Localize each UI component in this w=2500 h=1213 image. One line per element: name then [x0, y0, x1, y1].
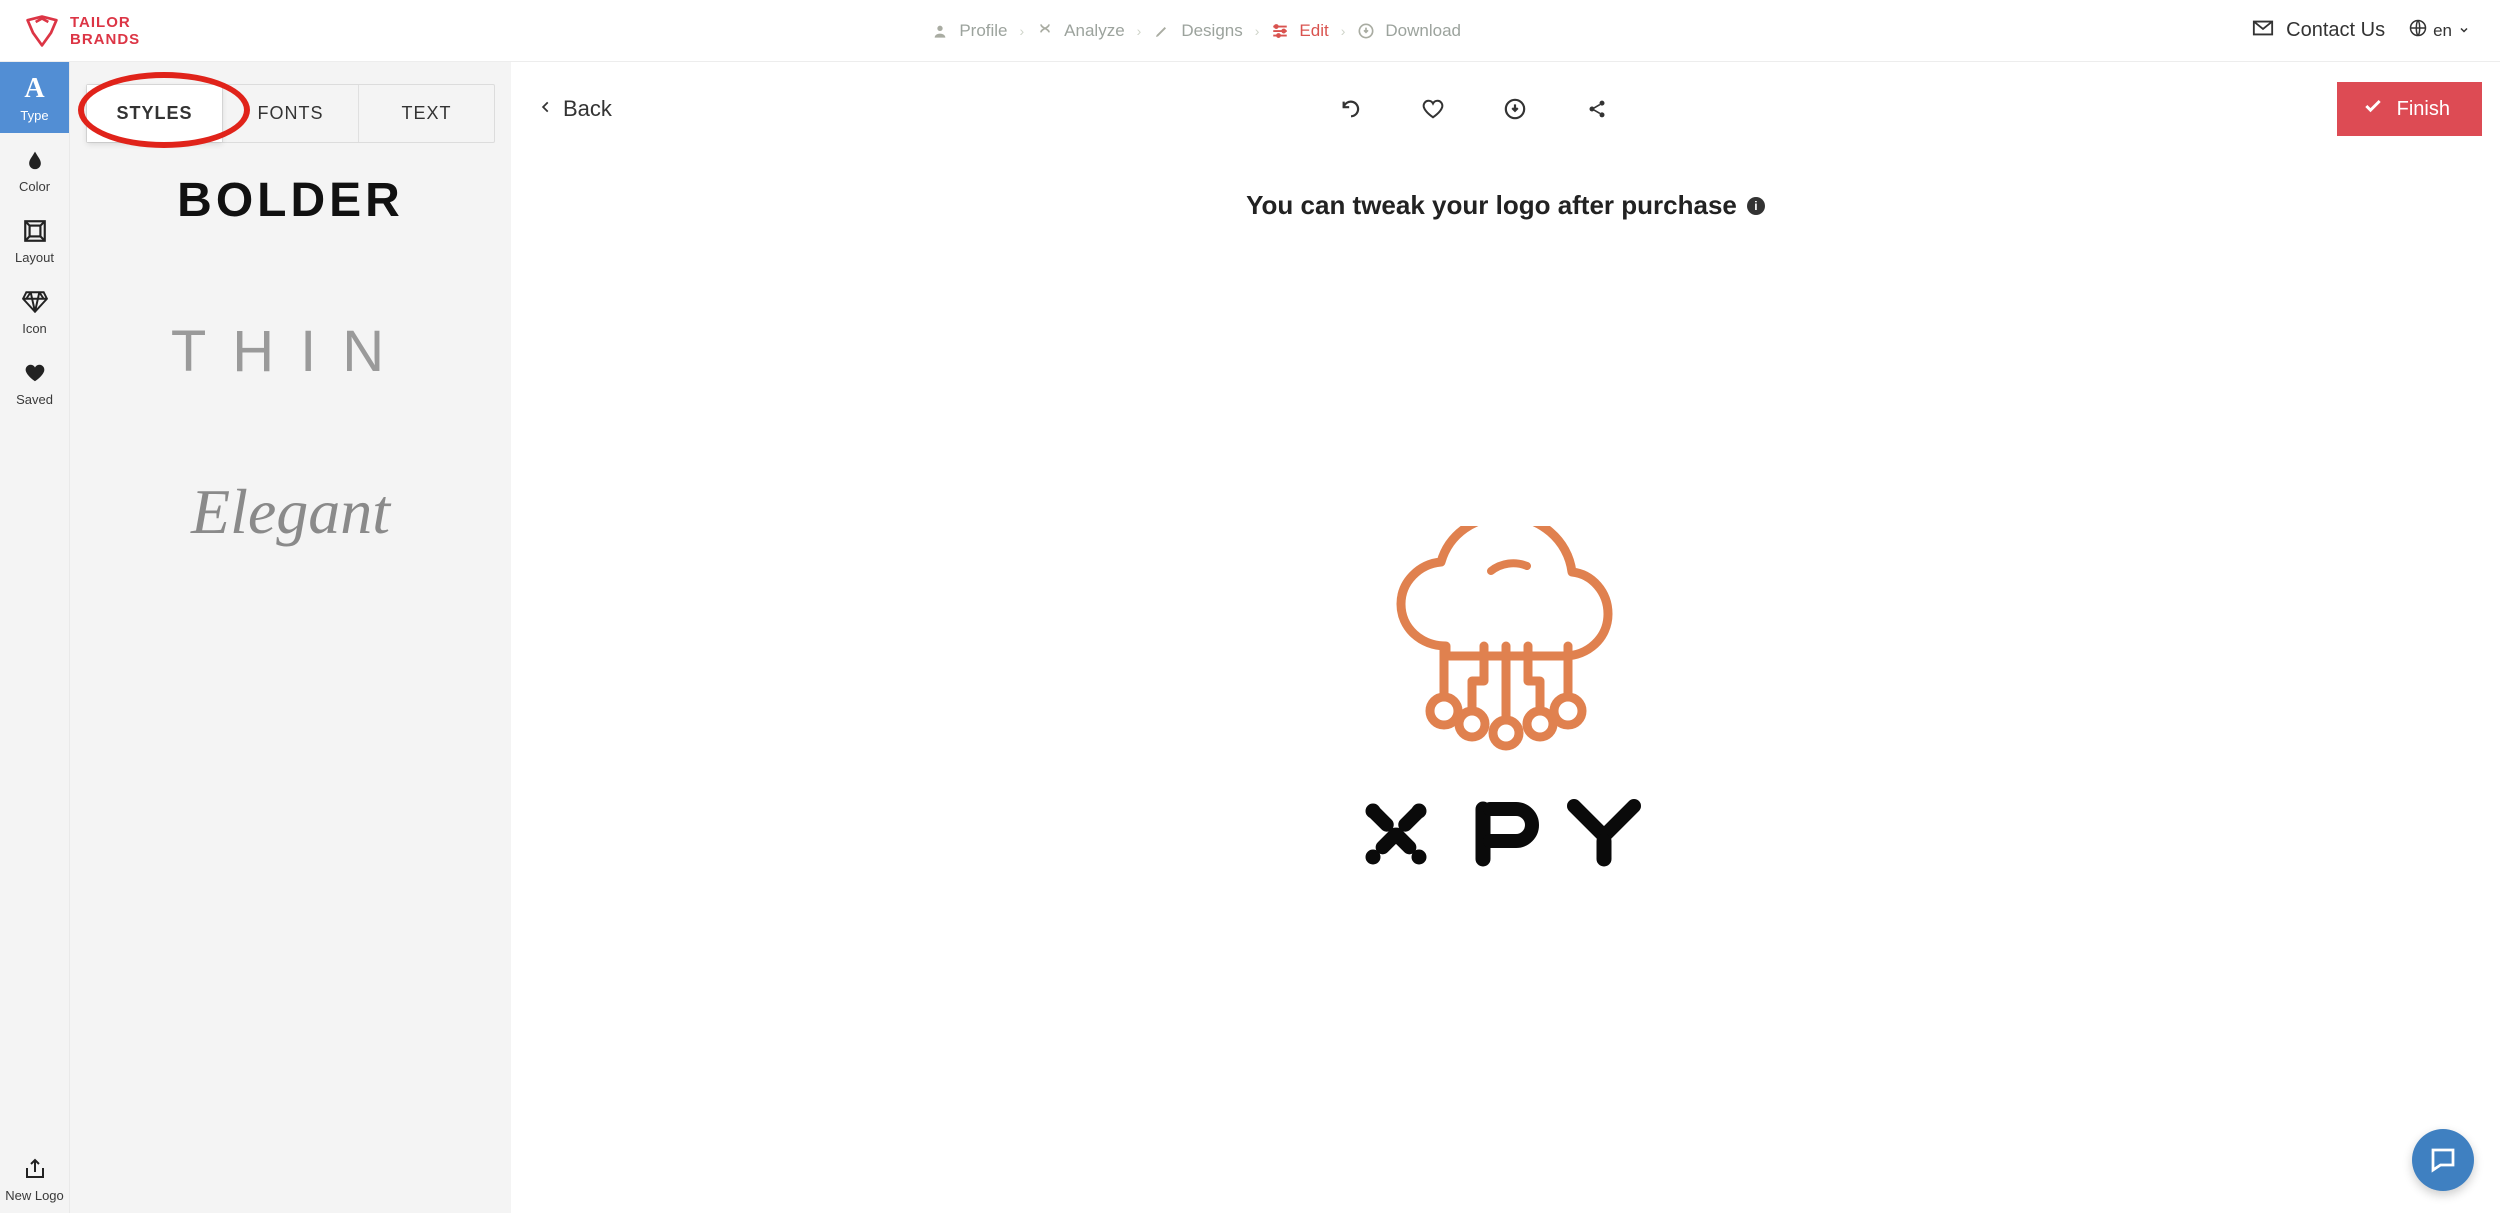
left-rail: A Type Color Layout Icon Saved: [0, 62, 69, 1213]
rail-icon[interactable]: Icon: [0, 275, 69, 346]
download-button[interactable]: [1504, 98, 1526, 120]
rail-layout[interactable]: Layout: [0, 204, 69, 275]
droplet-icon: [22, 147, 48, 173]
back-label: Back: [563, 96, 612, 122]
logo-preview: [511, 191, 2500, 1213]
chat-fab[interactable]: [2412, 1129, 2474, 1191]
panel-tabs: STYLES FONTS TEXT: [86, 84, 495, 143]
style-list: BOLDER THIN Elegant: [70, 143, 511, 579]
step-edit[interactable]: Edit: [1271, 21, 1328, 41]
step-label: Download: [1385, 21, 1461, 41]
step-download[interactable]: Download: [1357, 21, 1461, 41]
contact-label: Contact Us: [2286, 19, 2385, 42]
back-button[interactable]: Back: [539, 96, 612, 122]
tab-text[interactable]: TEXT: [358, 85, 494, 142]
rail-type[interactable]: A Type: [0, 62, 69, 133]
contact-us-link[interactable]: Contact Us: [2252, 17, 2385, 45]
style-option-elegant[interactable]: Elegant: [191, 475, 390, 549]
rail-saved[interactable]: Saved: [0, 346, 69, 417]
globe-icon: [2409, 19, 2427, 42]
rail-label: Type: [20, 108, 48, 123]
chevron-down-icon: [2458, 21, 2470, 41]
lang-label: en: [2433, 21, 2452, 41]
tab-fonts[interactable]: FONTS: [222, 85, 358, 142]
chat-icon: [2428, 1145, 2458, 1175]
canvas-toolbar: Back Finish: [511, 62, 2500, 144]
user-icon: [931, 22, 949, 40]
logo-brand-text: [1356, 794, 1656, 879]
chevron-right-icon: ›: [1341, 23, 1346, 39]
brand-logo[interactable]: TAILOR BRANDS: [24, 13, 140, 49]
mail-icon: [2252, 17, 2274, 45]
style-option-bolder[interactable]: BOLDER: [177, 173, 404, 228]
step-nav: Profile › Analyze › Designs › Edit ›: [140, 21, 2252, 41]
finish-button[interactable]: Finish: [2337, 82, 2482, 136]
topbar: TAILOR BRANDS Profile › Analyze › Design…: [0, 0, 2500, 62]
dna-icon: [1036, 22, 1054, 40]
favorite-button[interactable]: [1422, 98, 1444, 120]
layout-icon: [22, 218, 48, 244]
step-label: Designs: [1181, 21, 1242, 41]
chevron-right-icon: ›: [1137, 23, 1142, 39]
share-button[interactable]: [1586, 98, 1608, 120]
tab-styles[interactable]: STYLES: [87, 85, 222, 142]
cloud-tech-icon: [1376, 526, 1636, 766]
step-designs[interactable]: Designs: [1153, 21, 1242, 41]
chevron-left-icon: [539, 96, 553, 122]
rail-label: Layout: [15, 250, 54, 265]
step-profile[interactable]: Profile: [931, 21, 1007, 41]
rail-label: Icon: [22, 321, 47, 336]
brand-logo-text: TAILOR BRANDS: [70, 15, 140, 47]
step-label: Profile: [959, 21, 1007, 41]
download-icon: [1357, 22, 1375, 40]
language-selector[interactable]: en: [2409, 19, 2470, 42]
heart-icon: [22, 360, 48, 386]
check-icon: [2363, 96, 2383, 122]
rail-new-logo[interactable]: New Logo: [0, 1142, 69, 1213]
step-analyze[interactable]: Analyze: [1036, 21, 1124, 41]
undo-button[interactable]: [1340, 98, 1362, 120]
share-out-icon: [22, 1156, 48, 1182]
rail-color[interactable]: Color: [0, 133, 69, 204]
rail-label: Saved: [16, 392, 53, 407]
rail-label: Color: [19, 179, 50, 194]
step-label: Edit: [1299, 21, 1328, 41]
tailor-logo-icon: [24, 13, 60, 49]
top-right: Contact Us en: [2252, 17, 2470, 45]
style-option-thin[interactable]: THIN: [171, 318, 410, 385]
chevron-right-icon: ›: [1020, 23, 1025, 39]
pencil-icon: [1153, 22, 1171, 40]
sliders-icon: [1271, 22, 1289, 40]
style-panel: STYLES FONTS TEXT BOLDER THIN Elegant: [69, 62, 511, 1213]
finish-label: Finish: [2397, 98, 2450, 121]
type-icon: A: [22, 76, 48, 102]
diamond-icon: [22, 289, 48, 315]
step-label: Analyze: [1064, 21, 1124, 41]
chevron-right-icon: ›: [1255, 23, 1260, 39]
rail-label: New Logo: [5, 1188, 64, 1203]
canvas: Back Finish: [511, 62, 2500, 1213]
